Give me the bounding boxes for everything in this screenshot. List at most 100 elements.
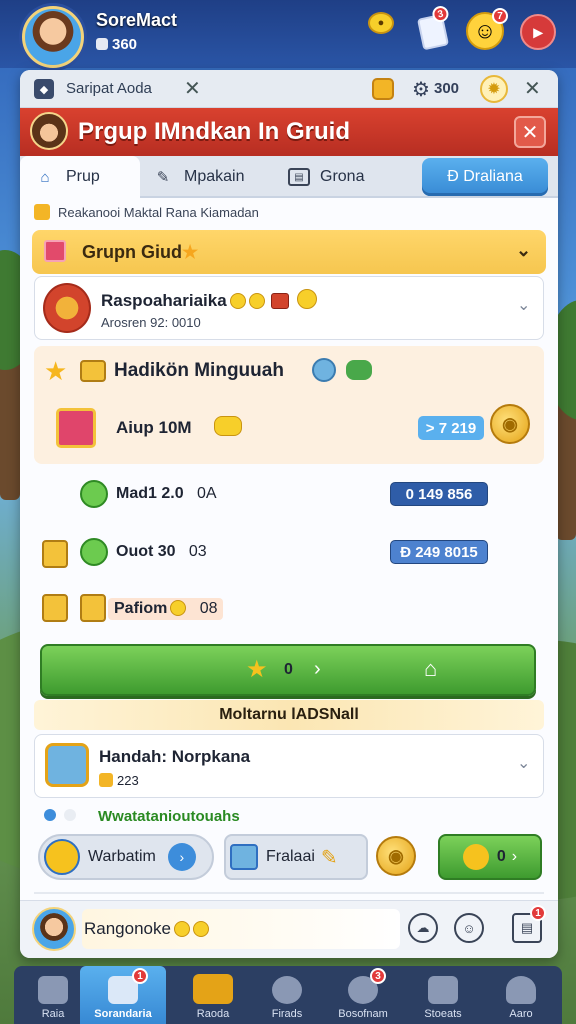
chevron-down-icon[interactable]: ⌄ <box>517 295 530 315</box>
board-icon: ▤ <box>288 168 310 186</box>
star-icon: ★ <box>246 656 268 683</box>
close-tab-icon[interactable]: ✕ <box>184 76 201 101</box>
chest-sub-text: 223 <box>117 773 139 788</box>
row-pill[interactable]: Ð 249 8015 <box>390 540 488 564</box>
shield-icon <box>272 976 302 1004</box>
star-icon: ★ <box>181 242 199 262</box>
chest-icon <box>193 974 233 1004</box>
divider <box>34 892 544 894</box>
dot-active[interactable] <box>44 809 56 821</box>
nav-item-sorandaria[interactable]: 1 Sorandaria <box>80 966 166 1024</box>
close-button[interactable]: ✕ <box>514 116 546 148</box>
nav-label: Stoeats <box>424 1008 462 1020</box>
box-icon <box>80 594 106 622</box>
chevron-down-icon[interactable]: ⌄ <box>517 753 530 773</box>
gem-icon <box>99 773 113 787</box>
row-pill[interactable]: 0 149 856 <box>390 482 488 506</box>
gear-icon[interactable]: ⚙ <box>412 77 430 102</box>
banner: Moltarnu lADSNall <box>34 700 544 730</box>
footer-row: Rangonoke ☁ ☺ ▤ 1 <box>20 900 558 958</box>
weekly-title: Hadikön Minguuah <box>114 360 284 381</box>
chest-icon <box>42 594 68 622</box>
cloud-icon[interactable]: ☁ <box>408 913 438 943</box>
nav-label: Aaro <box>509 1008 533 1020</box>
gift-icon <box>56 408 96 448</box>
panel-header: ◆ Saripat Aoda ✕ ⚙ 300 ✹ ✕ <box>20 70 558 108</box>
tab-grona[interactable]: ▤ Grona <box>282 156 422 198</box>
coin-icon <box>173 921 190 937</box>
notification-icon[interactable]: 3 <box>416 4 450 51</box>
sun-icon[interactable]: ✹ <box>480 75 508 103</box>
title-bar: Prgup IMndkan In Gruid ✕ <box>20 108 558 156</box>
face-icon[interactable]: ☺ <box>454 913 484 943</box>
tab-bar: ⌂ Prup ✎ Mpakain ▤ Grona Ð Draliana <box>20 156 558 198</box>
gold-coin-icon[interactable]: ◉ <box>490 404 530 444</box>
flag-icon[interactable]: ▸ <box>520 14 556 50</box>
fralaai-button[interactable]: Fralaai ✎ <box>224 834 368 880</box>
nav-item-stoeats[interactable]: Stoeats <box>404 966 482 1024</box>
panel-header-count: 300 <box>434 80 460 97</box>
shield-icon: ◆ <box>34 79 54 99</box>
arrow-right-icon: › <box>314 658 321 680</box>
chest-card-sub: 223 <box>99 773 139 788</box>
player-name: SoreMact <box>96 10 178 30</box>
weekly-pill[interactable]: > 7 219 <box>418 416 484 440</box>
subtitle-text: Reakanooi Maktal Rana Kiamadan <box>58 205 259 220</box>
home-icon: ⌂ <box>424 656 438 681</box>
go-button[interactable]: ★ 0 › ⌂ <box>40 644 536 696</box>
nav-label: Sorandaria <box>94 1008 152 1020</box>
dot[interactable] <box>64 809 76 821</box>
avatar[interactable] <box>32 907 76 951</box>
pencil-icon: ✎ <box>320 846 338 869</box>
warbatim-button[interactable]: Warbatim › <box>38 834 214 880</box>
coin-icon[interactable]: ● <box>368 12 394 34</box>
globe-icon <box>312 358 336 382</box>
tab-mpakain[interactable]: ✎ Mpakain <box>144 156 276 198</box>
statue-icon <box>428 976 458 1004</box>
claim-button[interactable]: 0 › <box>438 834 542 880</box>
subtitle: Reakanooi Maktal Rana Kiamadan <box>34 204 259 220</box>
coin-icon <box>248 293 265 309</box>
tab-prup[interactable]: ⌂ Prup <box>20 156 140 198</box>
reward-title-text: Raspoahariaika <box>101 291 227 310</box>
gift-icon <box>44 240 66 262</box>
section-title-text: Grupn Giud <box>82 242 182 262</box>
star-icon: ★ <box>44 356 68 386</box>
gem-icon <box>346 360 372 380</box>
chat-field[interactable]: Rangonoke <box>82 909 400 949</box>
nav-label: Raoda <box>196 1008 230 1020</box>
notification-badge: 3 <box>430 4 450 24</box>
player-sub-value: 360 <box>96 36 137 53</box>
chat-field-text: Rangonoke <box>84 919 171 938</box>
gem-box-icon <box>80 360 106 382</box>
chest-card-title: Handah: Norpkana <box>99 747 251 766</box>
tab-label: Prup <box>66 168 100 185</box>
arrow-right-icon: › <box>511 848 518 865</box>
green-status-text: Wwatatanioutouahs <box>98 808 240 825</box>
chest-card[interactable]: Handah: Norpkana 223 ⌄ <box>34 734 544 798</box>
gold-coin-icon[interactable]: ◉ <box>376 836 416 876</box>
board-icon[interactable]: ▤ 1 <box>512 905 546 943</box>
claim-label: 0 <box>496 848 506 865</box>
section-header[interactable]: Grupn Giud★ ⌄ <box>32 230 546 274</box>
reward-card[interactable]: Raspoahariaika Arosren 92: 0010 ⌄ <box>34 276 544 340</box>
nav-item-raoda[interactable]: Raoda <box>174 966 252 1024</box>
tab-label: Ð Draliana <box>447 168 523 185</box>
tab-draliana[interactable]: Ð Draliana <box>422 158 548 196</box>
player-avatar[interactable] <box>22 6 84 68</box>
nav-label: Firads <box>271 1008 303 1020</box>
nav-item-aaro[interactable]: Aaro <box>482 966 560 1024</box>
row-label: Pafiom <box>114 600 168 617</box>
cross-icon <box>80 538 108 566</box>
coin-icon <box>214 416 242 436</box>
chevron-down-icon[interactable]: ⌄ <box>516 240 531 261</box>
page-title: Prgup IMndkan In Gruid <box>78 118 350 145</box>
fralaai-label: Fralaai <box>266 848 315 865</box>
close-icon[interactable]: ✕ <box>524 76 541 101</box>
nav-item-bosofnam[interactable]: 3 Bosofnam <box>324 966 402 1024</box>
gift-icon <box>270 293 289 309</box>
emoji-icon[interactable]: ☺ 7 <box>466 8 508 50</box>
nav-item-firads[interactable]: Firads <box>248 966 326 1024</box>
character-icon <box>30 112 68 150</box>
warbatim-label: Warbatim <box>88 848 156 865</box>
